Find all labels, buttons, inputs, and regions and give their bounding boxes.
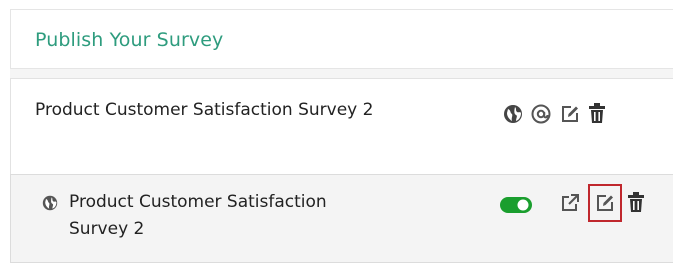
trash-icon[interactable] — [588, 102, 606, 124]
survey-title: Product Customer Satisfaction Survey 2 — [35, 100, 374, 120]
at-icon[interactable] — [530, 103, 552, 125]
panel-title: Publish Your Survey — [35, 29, 224, 51]
globe-icon[interactable] — [503, 104, 523, 124]
trash-icon[interactable] — [627, 191, 645, 213]
survey-title: Product Customer Satisfaction Survey 2 — [69, 192, 327, 239]
external-link-icon[interactable] — [559, 192, 581, 214]
survey-row: Product Customer Satisfaction Survey 2 — [10, 78, 673, 174]
publish-panel-header: Publish Your Survey — [10, 9, 673, 69]
survey-row-published: Product Customer Satisfaction Survey 2 — [10, 174, 673, 262]
section-divider — [10, 69, 673, 78]
publish-toggle[interactable] — [499, 195, 533, 215]
edit-icon[interactable] — [559, 103, 581, 125]
edit-button-highlight — [588, 184, 622, 222]
globe-icon — [42, 195, 58, 211]
